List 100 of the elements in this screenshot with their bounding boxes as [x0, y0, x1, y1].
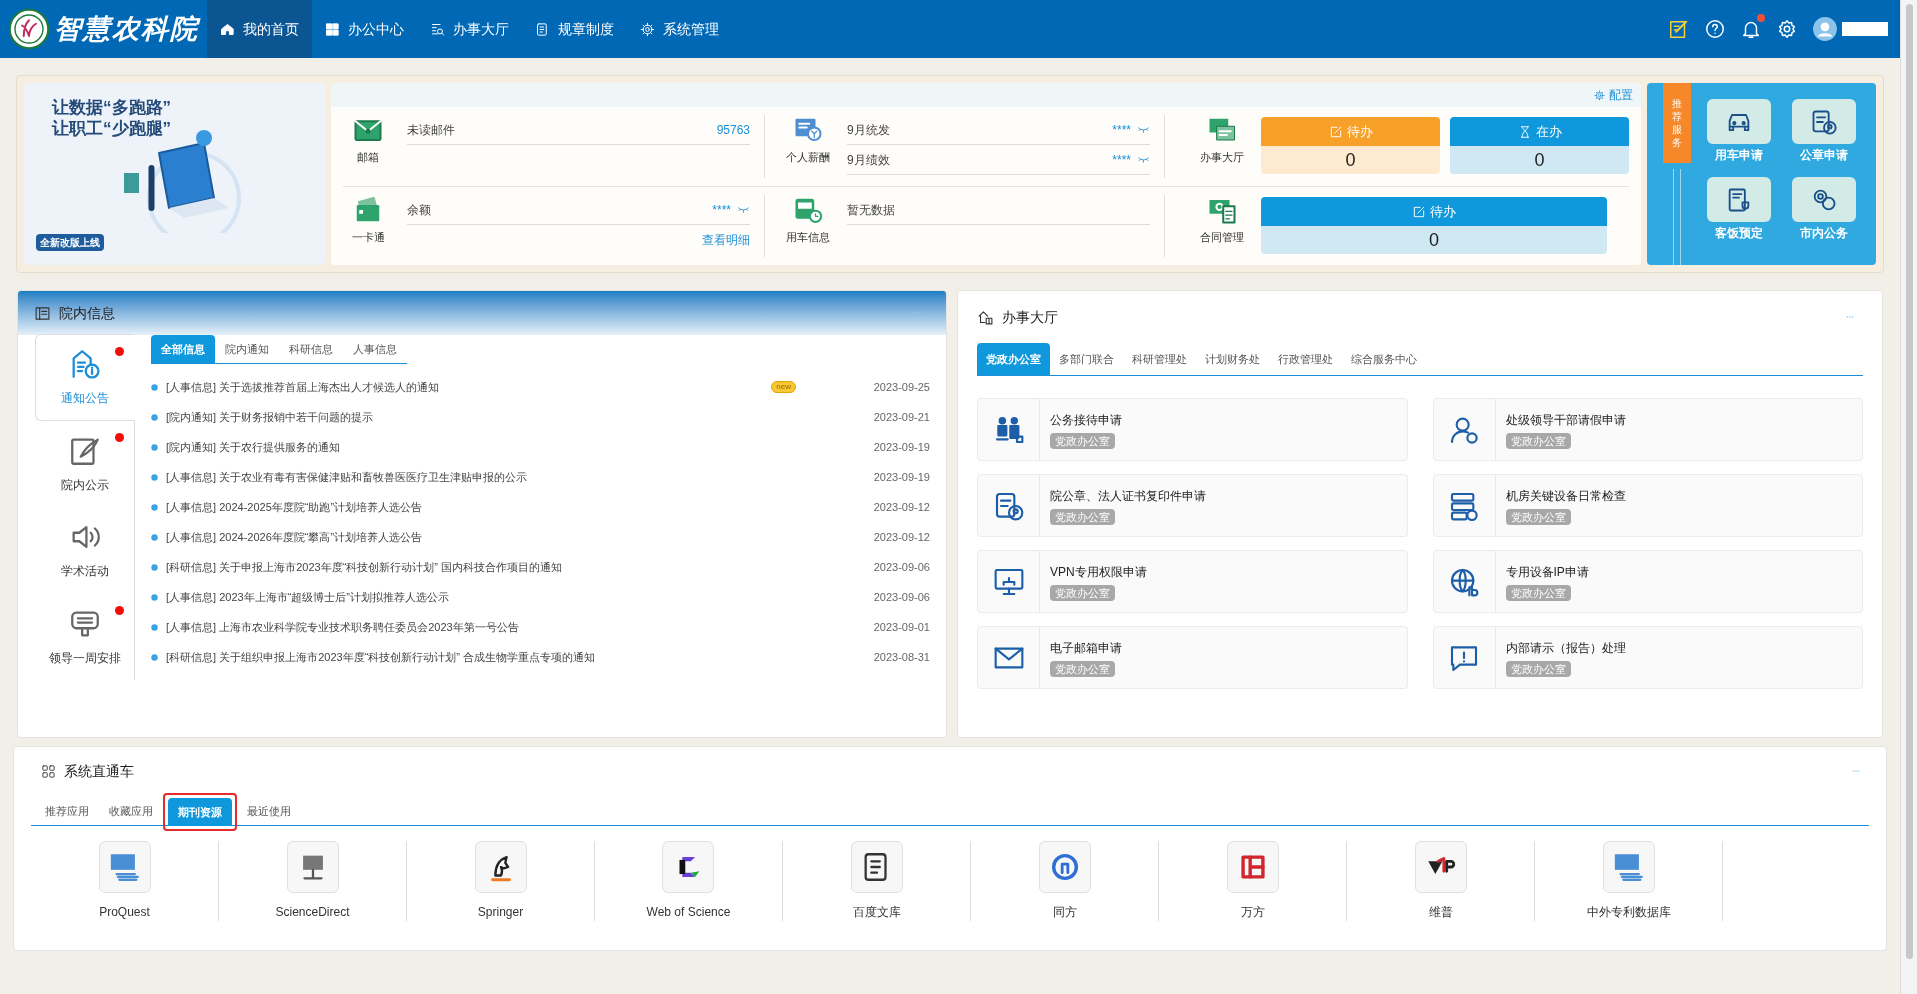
news-date: 2023-09-06: [872, 589, 930, 605]
plug-document-icon: [1707, 177, 1772, 222]
home-icon: [220, 21, 235, 37]
nav-tab[interactable]: 办公中心: [312, 0, 417, 58]
square-mark-icon: [1226, 841, 1279, 893]
news-date: 2023-09-06: [872, 559, 930, 575]
department-tag: 党政办公室: [1505, 584, 1571, 601]
service-card[interactable]: 院公章、法人证书复印件申请 党政办公室: [977, 474, 1408, 537]
document-icon: [850, 841, 903, 893]
field-label: 9月绩效: [847, 151, 891, 169]
document-icon: [535, 21, 550, 37]
settings-icon: [1594, 89, 1605, 101]
unread-count: 95763: [716, 121, 750, 139]
edit-icon[interactable]: [1668, 18, 1690, 40]
service-card[interactable]: 专用设备IP申请 党政办公室: [1432, 550, 1863, 613]
module-label: 合同管理: [1200, 230, 1244, 245]
category-tab[interactable]: 收藏应用: [99, 797, 163, 825]
site-logo-text: 智慧农科院: [54, 11, 199, 46]
slogan-line: 让职工“少跑腿”: [52, 118, 172, 139]
department-tab[interactable]: 科研管理处: [1123, 343, 1196, 375]
settings-icon[interactable]: [1776, 18, 1798, 40]
journal-shortcut[interactable]: ScienceDirect: [275, 841, 350, 921]
category-tab[interactable]: 推荐应用: [35, 797, 99, 825]
news-link[interactable]: [人事信息] 2023年上海市“超级博士后”计划拟推荐人选公示: [166, 588, 852, 606]
name-redaction: [1842, 22, 1888, 36]
avatar-icon[interactable]: [1812, 16, 1838, 42]
status-count: 0: [1534, 148, 1545, 172]
nav-tab[interactable]: 办事大厅: [417, 0, 522, 58]
news-link[interactable]: [人事信息] 关于农业有毒有害保健津贴和畜牧兽医医疗卫生津贴申报的公示: [166, 468, 852, 486]
journal-shortcut[interactable]: 中外专利数据库: [1586, 841, 1671, 921]
bullet-icon: [151, 413, 158, 421]
filter-tab[interactable]: 院内通知: [215, 335, 279, 363]
emblem-icon: [8, 8, 50, 50]
help-icon[interactable]: [1704, 18, 1726, 40]
news-date: 2023-09-21: [872, 409, 930, 425]
service-card[interactable]: 机房关键设备日常检查 党政办公室: [1432, 474, 1863, 537]
news-date: 2023-09-12: [872, 499, 930, 515]
department-tab[interactable]: 多部门联合: [1050, 343, 1123, 375]
department-tag: 党政办公室: [1050, 584, 1115, 601]
ribbon-label: 推荐服务: [1663, 83, 1691, 163]
field-label: 未读邮件: [407, 121, 456, 139]
news-date: 2023-09-25: [872, 379, 930, 395]
module-label: 办事大厅: [1200, 150, 1244, 165]
bullet-icon: [151, 503, 158, 511]
field-label: 暂无数据: [847, 201, 896, 219]
news-link[interactable]: [院内通知] 关于财务报销中若干问题的提示: [166, 408, 852, 426]
details-link[interactable]: 查看明细: [702, 231, 750, 249]
service-card[interactable]: 处级领导干部请假申请 党政办公室: [1432, 398, 1863, 461]
news-link[interactable]: [人事信息] 关于选拔推荐首届上海杰出人才候选人的通知: [166, 378, 764, 396]
journal-shortcut[interactable]: 同方: [1038, 841, 1091, 921]
service-card[interactable]: 内部请示（报告）处理 党政办公室: [1432, 626, 1863, 689]
bullet-icon: [151, 383, 158, 391]
service-card[interactable]: 公务接待申请 党政办公室: [977, 398, 1408, 461]
journal-shortcut[interactable]: Springer: [474, 841, 527, 921]
news-link[interactable]: [人事信息] 上海市农业科学院专业技术职务聘任委员会2023年第一号公告: [166, 618, 852, 636]
filter-tab[interactable]: 科研信息: [279, 335, 343, 363]
bullet-icon: [151, 593, 158, 601]
side-tab[interactable]: 领导一周安排: [35, 593, 134, 680]
service-card[interactable]: 电子邮箱申请 党政办公室: [977, 626, 1408, 689]
journal-shortcut[interactable]: ProQuest: [98, 841, 151, 921]
news-date: 2023-09-01: [872, 619, 930, 635]
car-icon: [1707, 99, 1772, 144]
side-tab[interactable]: 通知公告: [35, 334, 135, 421]
department-tab[interactable]: 综合服务中心: [1342, 343, 1426, 375]
document-search-icon: [430, 21, 445, 37]
grid-icon: [41, 763, 56, 779]
news-link[interactable]: [科研信息] 关于组织申报上海市2023年度“科技创新行动计划” 合成生物学重点专项的通知: [166, 648, 852, 666]
news-link[interactable]: [人事信息] 2024-2026年度院“攀高”计划培养人选公告: [166, 528, 852, 546]
department-tag: 党政办公室: [1505, 432, 1571, 449]
grid-icon: [325, 21, 340, 37]
panel-title: 办事大厅: [1002, 307, 1059, 327]
nav-tab[interactable]: 系统管理: [627, 0, 732, 58]
module-label: 邮箱: [357, 150, 379, 165]
bullet-icon: [151, 533, 158, 541]
journal-shortcut[interactable]: 维普: [1414, 841, 1467, 921]
side-tab[interactable]: 院内公示: [35, 420, 134, 508]
category-tab[interactable]: 最近使用: [237, 797, 301, 825]
journal-shortcut[interactable]: Web of Science: [646, 841, 731, 921]
side-tab[interactable]: 学术活动: [35, 507, 134, 594]
news-link[interactable]: [院内通知] 关于农行提供服务的通知: [166, 438, 852, 456]
department-tag: 党政办公室: [1050, 508, 1115, 525]
bullet-icon: [151, 563, 158, 571]
department-tab[interactable]: 计划财务处: [1196, 343, 1269, 375]
journal-shortcut[interactable]: 百度文库: [850, 841, 903, 921]
filter-tab[interactable]: 人事信息: [343, 335, 407, 363]
nav-tab[interactable]: 规章制度: [522, 0, 627, 58]
journal-shortcut[interactable]: 万方: [1226, 841, 1279, 921]
service-card[interactable]: VPN专用权限申请 党政办公室: [977, 550, 1408, 613]
masked-value: ****: [1112, 151, 1131, 169]
scrollbar-thumb[interactable]: [1905, 4, 1913, 959]
masked-value: ****: [1112, 121, 1131, 139]
news-link[interactable]: [人事信息] 2024-2025年度院“助跑”计划培养人选公告: [166, 498, 852, 516]
status-count: 0: [1345, 148, 1356, 172]
slogan-line: 让数据“多跑路”: [52, 97, 172, 118]
triangle-mark-icon: [1414, 841, 1467, 893]
department-tab[interactable]: 行政管理处: [1269, 343, 1342, 375]
cubes-icon: [977, 308, 994, 326]
news-link[interactable]: [科研信息] 关于申报上海市2023年度“科技创新行动计划” 国内科技合作项目的通知: [166, 558, 852, 576]
nav-tab[interactable]: 我的首页: [207, 0, 312, 58]
bullet-icon: [151, 473, 158, 481]
